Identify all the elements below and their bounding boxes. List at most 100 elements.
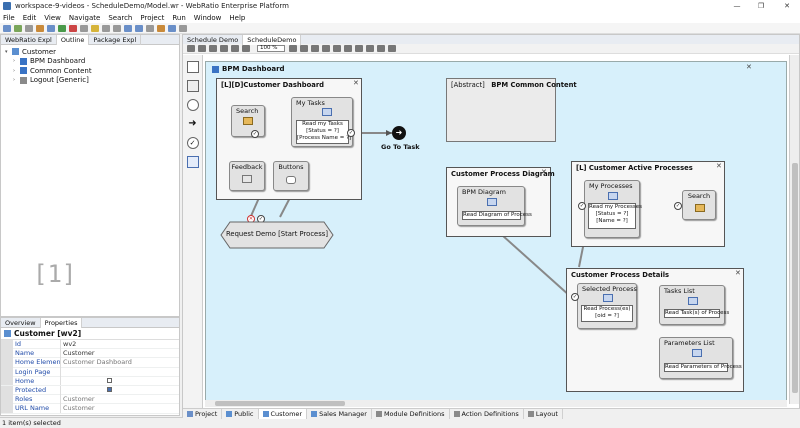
ok-tool-icon[interactable]: ✓ bbox=[186, 137, 199, 149]
ko-link-icon[interactable] bbox=[242, 45, 250, 52]
zoom-out-icon[interactable] bbox=[300, 45, 308, 52]
zoom-page-icon[interactable] bbox=[322, 45, 330, 52]
search-icon[interactable] bbox=[80, 24, 88, 32]
prop-value-url-name[interactable]: Customer bbox=[60, 403, 179, 413]
search-unit[interactable]: Search bbox=[682, 190, 716, 220]
collapse-arrow-icon[interactable]: › bbox=[13, 68, 20, 74]
bpm-diagram-unit[interactable]: BPM Diagram Read Diagram of Process bbox=[457, 186, 532, 226]
zoom-fit-icon[interactable] bbox=[311, 45, 319, 52]
page-close-icon[interactable]: ✕ bbox=[735, 269, 741, 277]
restore-button[interactable]: ❐ bbox=[752, 0, 770, 12]
my-tasks-unit[interactable]: My Tasks Read my Tasks [Status = ?] [Pro… bbox=[291, 97, 353, 147]
tab-customer[interactable]: Customer bbox=[258, 408, 308, 419]
customer-active-processes-page[interactable]: [L] Customer Active Processes ✕ My Proce… bbox=[571, 161, 725, 247]
bpm-common-content-page[interactable]: [Abstract] BPM Common Content bbox=[446, 78, 577, 142]
select-tool-icon[interactable] bbox=[187, 45, 195, 52]
expand-arrow-icon[interactable]: ▾ bbox=[5, 49, 12, 55]
tab-package-explorer[interactable]: Package Expl bbox=[89, 34, 142, 45]
prop-value-login-page[interactable] bbox=[60, 367, 179, 377]
arrow-tool-icon[interactable]: ➜ bbox=[187, 118, 199, 130]
menu-help[interactable]: Help bbox=[229, 14, 245, 22]
redo-icon[interactable] bbox=[113, 24, 121, 32]
collapse-arrow-icon[interactable]: › bbox=[13, 77, 20, 83]
menu-search[interactable]: Search bbox=[108, 14, 132, 22]
unit-tool-icon[interactable] bbox=[186, 156, 199, 168]
collapse-arrow-icon[interactable]: › bbox=[13, 58, 20, 64]
save-icon[interactable] bbox=[14, 24, 22, 32]
page-close-icon[interactable]: ✕ bbox=[541, 168, 547, 176]
prop-value-home-element[interactable]: Customer Dashboard bbox=[60, 357, 179, 367]
forward-icon[interactable] bbox=[135, 24, 143, 32]
page-close-icon[interactable]: ✕ bbox=[716, 162, 722, 170]
deploy-icon[interactable] bbox=[47, 24, 55, 32]
align-right-icon[interactable] bbox=[366, 45, 374, 52]
undo-icon[interactable] bbox=[102, 24, 110, 32]
run-icon[interactable] bbox=[58, 24, 66, 32]
menu-navigate[interactable]: Navigate bbox=[69, 14, 100, 22]
page-close-icon[interactable]: ✕ bbox=[353, 79, 359, 87]
diagram-close-icon[interactable]: ✕ bbox=[746, 63, 752, 71]
tab-overview[interactable]: Overview bbox=[1, 318, 41, 328]
menu-project[interactable]: Project bbox=[140, 14, 164, 22]
tab-action-definitions[interactable]: Action Definitions bbox=[450, 408, 524, 419]
tab-project[interactable]: Project bbox=[183, 408, 223, 419]
tab-sales-manager[interactable]: Sales Manager bbox=[307, 408, 372, 419]
search-unit[interactable]: Search bbox=[231, 105, 265, 137]
debug-icon[interactable] bbox=[69, 24, 77, 32]
diagram-canvas[interactable]: BPM Dashboard ✕ [L][D]Customer Dashboard… bbox=[205, 61, 787, 402]
back-icon[interactable] bbox=[124, 24, 132, 32]
customer-process-diagram-page[interactable]: Customer Process Diagram ✕ BPM Diagram R… bbox=[446, 167, 555, 237]
hand-tool-icon[interactable] bbox=[209, 45, 217, 52]
my-processes-unit[interactable]: My Processes Read my Processes [Status =… bbox=[584, 180, 642, 238]
buttons-unit[interactable]: Buttons bbox=[273, 161, 309, 191]
align-center-icon[interactable] bbox=[355, 45, 363, 52]
parameters-list-unit[interactable]: Parameters List Read Parameters of Proce… bbox=[659, 337, 742, 379]
grid-icon[interactable] bbox=[388, 45, 396, 52]
prop-value-name[interactable]: Customer bbox=[60, 348, 179, 358]
tab-public[interactable]: Public bbox=[222, 408, 259, 419]
layout-icon[interactable] bbox=[168, 24, 176, 32]
pin-icon[interactable] bbox=[146, 24, 154, 32]
prop-value-id[interactable]: wv2 bbox=[60, 339, 179, 349]
feedback-unit[interactable]: Feedback bbox=[229, 161, 265, 191]
menu-window[interactable]: Window bbox=[194, 14, 222, 22]
link-tool-icon[interactable] bbox=[220, 45, 228, 52]
customer-dashboard-page[interactable]: [L][D]Customer Dashboard ✕ Search ✓ My T… bbox=[216, 78, 362, 223]
tab-module-definitions[interactable]: Module Definitions bbox=[372, 408, 450, 419]
customer-process-details-page[interactable]: Customer Process Details ✕ Selected Proc… bbox=[566, 268, 744, 392]
tab-layout[interactable]: Layout bbox=[524, 408, 563, 419]
new-icon[interactable] bbox=[3, 24, 11, 32]
menu-view[interactable]: View bbox=[44, 14, 61, 22]
zoom-in-icon[interactable] bbox=[289, 45, 297, 52]
wizard-icon[interactable] bbox=[157, 24, 165, 32]
menu-run[interactable]: Run bbox=[172, 14, 185, 22]
menu-file[interactable]: File bbox=[3, 14, 15, 22]
menu-edit[interactable]: Edit bbox=[23, 14, 37, 22]
tree-node-customer[interactable]: ▾ Customer bbox=[5, 47, 179, 57]
tree-node-bpm-dashboard[interactable]: › BPM Dashboard bbox=[5, 57, 179, 67]
export-icon[interactable] bbox=[179, 24, 187, 32]
align-left-icon[interactable] bbox=[344, 45, 352, 52]
selected-process-unit[interactable]: Selected Process Read Process(es) [oid =… bbox=[577, 283, 637, 329]
zoom-combo[interactable]: 100 % bbox=[257, 45, 285, 52]
generate-icon[interactable] bbox=[36, 24, 44, 32]
marquee-tool-icon[interactable] bbox=[198, 45, 206, 52]
distribute-icon[interactable] bbox=[377, 45, 385, 52]
horizontal-scrollbar[interactable] bbox=[205, 400, 787, 407]
vertical-scrollbar[interactable] bbox=[789, 55, 799, 404]
scroll-thumb[interactable] bbox=[215, 401, 345, 406]
tasks-list-unit[interactable]: Tasks List Read Task(s) of Process bbox=[659, 285, 729, 325]
close-button[interactable]: ✕ bbox=[778, 0, 796, 12]
scroll-thumb[interactable] bbox=[792, 163, 798, 393]
ok-link-icon[interactable] bbox=[231, 45, 239, 52]
go-to-task-icon[interactable]: ➜ bbox=[392, 126, 406, 140]
area-tool-icon[interactable] bbox=[186, 80, 199, 92]
minimize-button[interactable]: — bbox=[728, 0, 746, 12]
tab-schedule-demo[interactable]: Schedule Demo bbox=[183, 34, 244, 45]
operation-tool-icon[interactable] bbox=[186, 99, 199, 111]
tab-properties[interactable]: Properties bbox=[40, 318, 83, 328]
tree-node-logout[interactable]: › Logout [Generic] bbox=[5, 76, 179, 86]
protected-checkbox[interactable] bbox=[107, 387, 112, 393]
home-checkbox[interactable] bbox=[107, 377, 112, 383]
folder-icon[interactable] bbox=[91, 24, 99, 32]
